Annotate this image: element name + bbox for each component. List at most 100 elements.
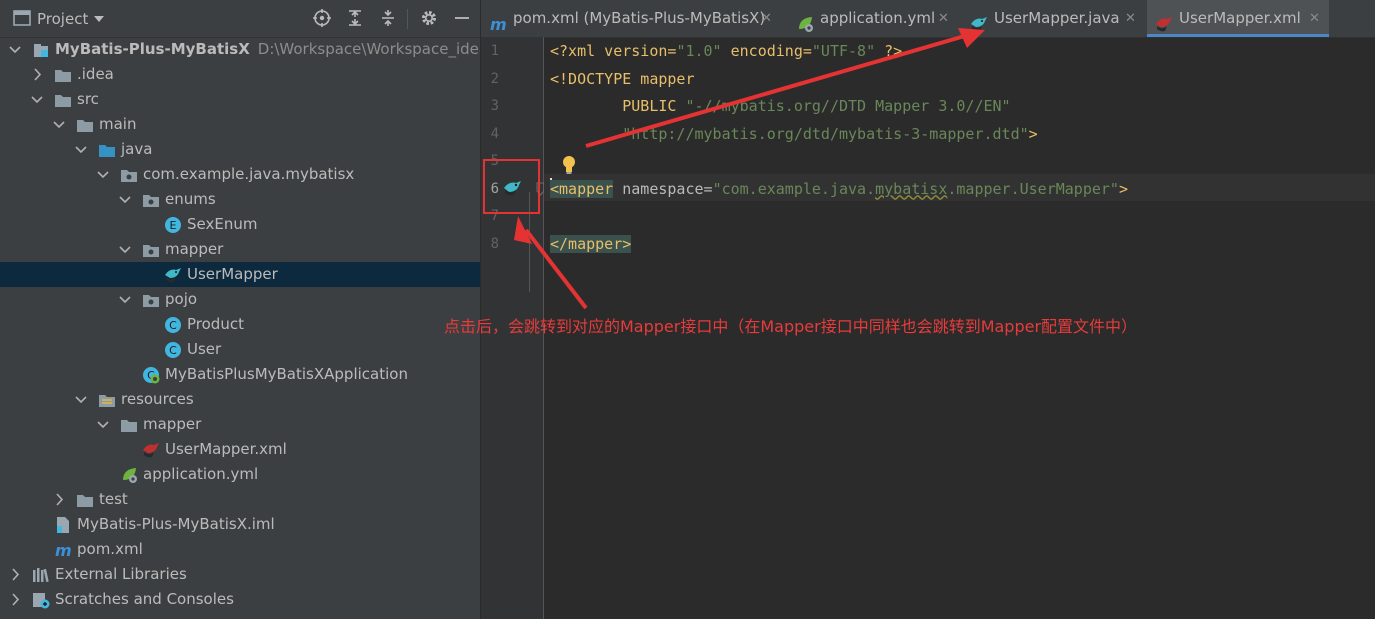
spring-yml-icon [796,10,814,32]
chevron-down-icon[interactable] [74,387,88,412]
tree-item-label: Product [187,315,244,333]
tree-item-label: pojo [165,290,198,308]
folder-icon [120,416,138,434]
code-line: </mapper> [550,231,632,258]
tree-item[interactable]: m pom.xml [0,537,480,562]
code-token: <!DOCTYPE mapper [550,69,695,88]
tree-item[interactable]: MyBatis-Plus-MyBatisX D:\Workspace\Worksp… [0,37,480,62]
tree-item[interactable]: MyBatis-Plus-MyBatisX.iml [0,512,480,537]
editor-tab[interactable]: m pom.xml (MyBatis-Plus-MyBatisX) ✕ [481,0,781,37]
mybatis-xml-icon [1155,10,1173,32]
code-token: > [1028,124,1038,143]
tree-item[interactable]: .idea [0,62,480,87]
chevron-down-icon[interactable] [74,137,88,162]
expand-all-icon[interactable] [345,8,365,28]
tree-item[interactable]: C Product [0,312,480,337]
spring-yml-icon [120,466,138,484]
tree-item[interactable]: UserMapper [0,262,480,287]
tree-item-label: MyBatisPlusMyBatisXApplication [165,365,408,383]
editor-tab[interactable]: UserMapper.xml ✕ [1147,0,1329,37]
code-line: <?xml version="1.0" encoding="UTF-8" ?> [550,38,902,65]
code-line: PUBLIC "-//mybatis.org//DTD Mapper 3.0//… [550,93,1011,120]
close-icon[interactable]: ✕ [1309,0,1320,37]
chevron-down-icon[interactable] [118,187,132,212]
tree-item[interactable]: test [0,487,480,512]
code-token: "-//mybatis.org//DTD Mapper 3.0//EN" [685,97,1011,115]
tree-item-path-hint: D:\Workspace\Workspace_idea\J [257,40,480,58]
chevron-down-icon[interactable] [92,11,112,31]
code-line: "http://mybatis.org/dtd/mybatis-3-mapper… [550,121,1038,148]
tree-item-label: enums [165,190,216,208]
scratches-icon [32,591,50,609]
maven-icon: m [54,541,72,560]
tree-item[interactable]: main [0,112,480,137]
editor-tab[interactable]: application.yml ✕ [788,0,958,37]
editor-tab-label: application.yml [820,9,936,27]
enum-icon: E [164,216,182,234]
tree-item-label: User [187,340,222,358]
lightbulb-icon[interactable] [561,155,577,175]
tree-item[interactable]: enums [0,187,480,212]
package-icon [120,166,138,184]
tree-item[interactable]: C MyBatisPlusMyBatisXApplication [0,362,480,387]
code-token: .mapper.UserMapper" [947,179,1119,198]
collapse-all-icon[interactable] [378,8,398,28]
chevron-right-icon[interactable] [52,487,66,512]
chevron-right-icon[interactable] [8,562,22,587]
svg-text:E: E [170,219,177,232]
svg-text:C: C [169,344,177,357]
source-folder-icon [98,141,116,159]
libraries-icon [32,566,50,584]
folder-icon [76,116,94,134]
editor-tab-bar: m pom.xml (MyBatis-Plus-MyBatisX) ✕ applica… [481,0,1375,38]
tree-item[interactable]: Scratches and Consoles [0,587,480,612]
chevron-down-icon[interactable] [52,112,66,137]
folder-icon [54,91,72,109]
chevron-right-icon[interactable] [30,62,44,87]
tree-item[interactable]: mapper [0,237,480,262]
svg-text:m: m [55,541,72,559]
project-toolbar: Project [0,0,480,38]
tree-item-label: main [99,115,137,133]
code-token: "UTF-8" [811,42,876,60]
chevron-down-icon[interactable] [96,412,110,437]
tree-item-label: SexEnum [187,215,258,233]
tree-item[interactable]: application.yml [0,462,480,487]
tree-item[interactable]: mapper [0,412,480,437]
line-number: 1 [490,43,499,59]
svg-text:C: C [169,319,177,332]
code-token: </mapper> [550,234,632,253]
chevron-down-icon[interactable] [30,87,44,112]
tree-item[interactable]: pojo [0,287,480,312]
tree-item[interactable]: E SexEnum [0,212,480,237]
project-view-icon[interactable] [12,8,32,28]
close-icon[interactable]: ✕ [1125,0,1136,37]
tree-item[interactable]: resources [0,387,480,412]
editor-tab[interactable]: UserMapper.java ✕ [962,0,1145,37]
tree-item[interactable]: java [0,137,480,162]
tree-item[interactable]: com.example.java.mybatisx [0,162,480,187]
maven-icon: m [489,10,507,34]
minimize-icon[interactable] [452,8,472,28]
project-view-title[interactable]: Project [37,10,88,28]
line-number: 4 [490,125,499,142]
close-icon[interactable]: ✕ [938,0,949,37]
mybatis-xml-icon [142,441,160,459]
class-icon: C [164,316,182,334]
tree-item-label: mapper [143,415,202,433]
close-icon[interactable]: ✕ [761,0,772,37]
chevron-down-icon[interactable] [8,37,22,62]
gear-icon[interactable] [419,8,439,28]
chevron-right-icon[interactable] [8,587,22,612]
chevron-down-icon[interactable] [118,287,132,312]
chevron-down-icon[interactable] [96,162,110,187]
tree-item[interactable]: UserMapper.xml [0,437,480,462]
tree-item[interactable]: src [0,87,480,112]
chevron-down-icon[interactable] [118,237,132,262]
tree-item-label: src [77,90,99,108]
target-icon[interactable] [312,8,332,28]
editor-area: m pom.xml (MyBatis-Plus-MyBatisX) ✕ applica… [481,0,1375,619]
tree-item[interactable]: External Libraries [0,562,480,587]
tree-item[interactable]: C User [0,337,480,362]
code-token: <?xml version= [550,42,677,60]
